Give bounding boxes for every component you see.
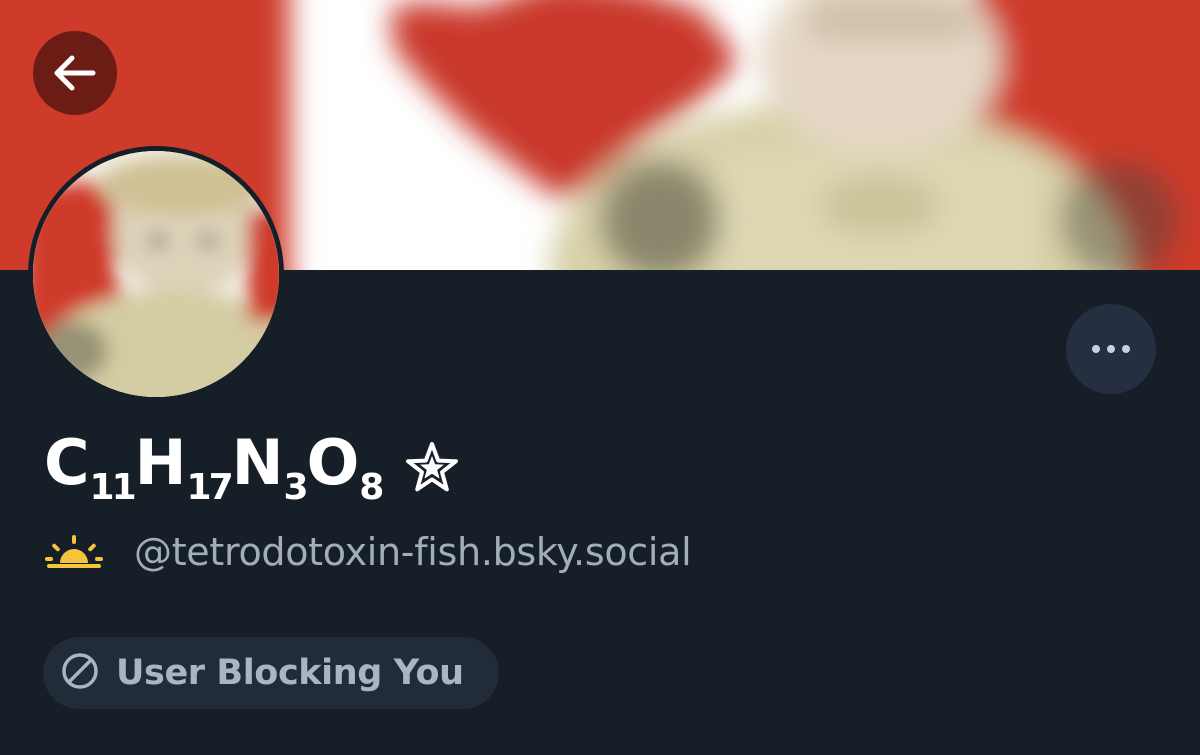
- profile-page: C 11 H 17 N 3 O 8 @tetrodotoxin-fish.bsk…: [0, 0, 1200, 755]
- user-handle[interactable]: @tetrodotoxin-fish.bsky.social: [134, 530, 692, 574]
- avatar-image: [33, 151, 279, 397]
- more-options-button[interactable]: [1066, 304, 1156, 394]
- block-icon: [61, 652, 99, 694]
- name-subscript: 3: [283, 467, 309, 508]
- avatar[interactable]: [28, 146, 284, 402]
- name-subscript: 17: [186, 467, 234, 508]
- ellipsis-icon: [1092, 345, 1130, 353]
- handle-row: @tetrodotoxin-fish.bsky.social: [44, 524, 692, 580]
- arrow-left-icon: [54, 55, 96, 91]
- blocking-status-badge: User Blocking You: [43, 637, 499, 709]
- star-icon: [404, 440, 460, 500]
- blocking-status-label: User Blocking You: [116, 653, 464, 693]
- sun-icon: [44, 533, 104, 573]
- name-element: N: [231, 426, 284, 499]
- name-element: H: [134, 426, 187, 499]
- name-subscript: 8: [359, 467, 384, 508]
- name-element: O: [306, 426, 360, 499]
- display-name: C 11 H 17 N 3 O 8: [44, 426, 460, 506]
- back-button[interactable]: [33, 31, 117, 115]
- name-subscript: 11: [89, 467, 137, 508]
- name-element: C: [44, 426, 90, 499]
